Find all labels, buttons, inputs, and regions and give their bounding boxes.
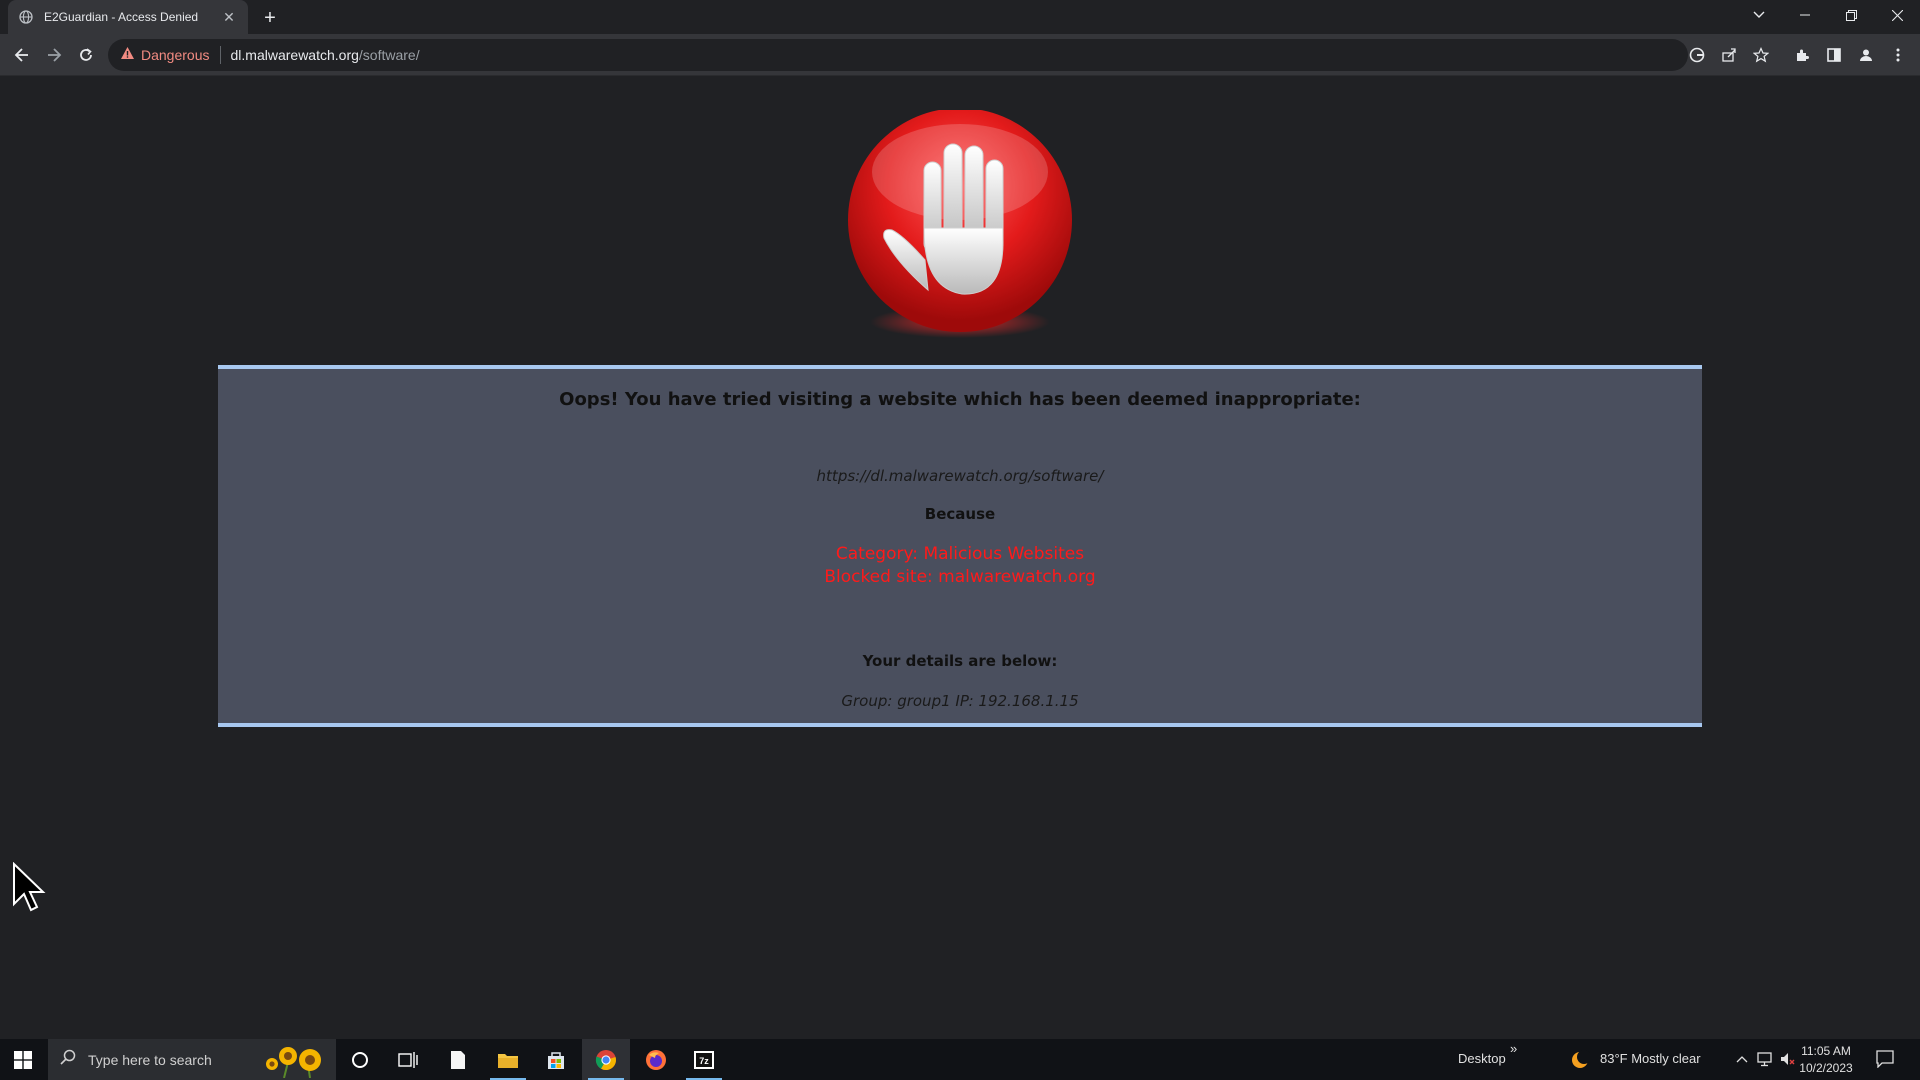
tab-strip: E2Guardian - Access Denied ✕ + <box>0 0 1920 34</box>
tray-expand-chevron-icon[interactable] <box>1736 1052 1748 1070</box>
tab-close-icon[interactable]: ✕ <box>220 8 238 26</box>
google-lens-icon[interactable] <box>1688 46 1706 64</box>
file-explorer-icon[interactable] <box>484 1039 532 1080</box>
reload-icon[interactable] <box>72 41 100 69</box>
omnibox-divider <box>219 46 221 64</box>
back-icon[interactable] <box>8 41 36 69</box>
windows-start-icon[interactable] <box>0 1039 46 1080</box>
chrome-taskbar-icon[interactable] <box>582 1039 630 1080</box>
url-host: dl.malwarewatch.org <box>230 47 359 63</box>
forward-icon[interactable] <box>40 41 68 69</box>
because-label: Because <box>924 505 996 523</box>
clock-time: 11:05 AM <box>1801 1044 1851 1058</box>
notification-center-icon[interactable] <box>1876 1050 1894 1073</box>
7zip-icon[interactable]: 7z <box>680 1039 728 1080</box>
notepad-icon[interactable] <box>434 1039 482 1080</box>
address-bar[interactable]: Dangerous dl.malwarewatch.org /software/ <box>108 39 1688 71</box>
weather-moon-icon[interactable] <box>1570 1050 1591 1075</box>
minimize-icon[interactable] <box>1782 0 1828 30</box>
block-category: Category: Malicious Websites <box>835 544 1085 564</box>
security-indicator[interactable]: Dangerous <box>120 46 210 65</box>
browser-toolbar: Dangerous dl.malwarewatch.org /software/ <box>0 34 1920 76</box>
extensions-icon[interactable] <box>1790 43 1814 67</box>
restore-icon[interactable] <box>1828 0 1874 30</box>
windows-taskbar: Type here to search 7z Desktop » 83°F Mo… <box>0 1039 1920 1080</box>
microsoft-store-icon[interactable] <box>532 1039 580 1080</box>
svg-text:7z: 7z <box>699 1056 709 1066</box>
tab-search-icon[interactable] <box>1736 0 1782 30</box>
bookmark-star-icon[interactable] <box>1752 46 1770 64</box>
side-panel-icon[interactable] <box>1822 43 1846 67</box>
denied-heading: Oops! You have tried visiting a website … <box>559 389 1361 410</box>
volume-muted-icon[interactable] <box>1780 1051 1796 1072</box>
blocked-url: https://dl.malwarewatch.org/software/ <box>816 467 1104 485</box>
access-denied-panel: Oops! You have tried visiting a website … <box>218 365 1702 727</box>
globe-icon <box>18 9 34 25</box>
share-icon[interactable] <box>1720 46 1738 64</box>
desktop-toolbar-label[interactable]: Desktop <box>1458 1051 1506 1066</box>
stop-hand-icon <box>844 108 1076 342</box>
group-ip-info: Group: group1 IP: 192.168.1.15 <box>841 692 1079 710</box>
close-window-icon[interactable] <box>1874 0 1920 30</box>
taskbar-clock[interactable]: 11:05 AM 10/2/2023 <box>1796 1043 1856 1077</box>
menu-kebab-icon[interactable] <box>1886 43 1910 67</box>
url-path: /software/ <box>358 47 420 63</box>
tab-e2guardian[interactable]: E2Guardian - Access Denied ✕ <box>8 0 248 34</box>
task-view-icon[interactable] <box>384 1039 432 1080</box>
mouse-cursor-icon <box>12 861 46 912</box>
weather-text[interactable]: 83°F Mostly clear <box>1600 1051 1701 1066</box>
clock-date: 10/2/2023 <box>1799 1061 1853 1075</box>
sunflower-search-highlight-icon <box>258 1042 330 1079</box>
details-heading: Your details are below: <box>862 652 1058 670</box>
search-icon <box>60 1049 76 1070</box>
tab-title: E2Guardian - Access Denied <box>44 10 199 24</box>
desktop-chevron-icon[interactable]: » <box>1510 1041 1517 1056</box>
new-tab-button[interactable]: + <box>258 6 282 30</box>
security-label: Dangerous <box>141 47 210 63</box>
network-icon[interactable] <box>1756 1051 1774 1072</box>
search-placeholder: Type here to search <box>88 1051 212 1068</box>
page-content: Oops! You have tried visiting a website … <box>0 77 1920 1039</box>
cortana-icon[interactable] <box>336 1039 384 1080</box>
taskbar-search-box[interactable]: Type here to search <box>48 1039 336 1080</box>
blocked-site: Blocked site: malwarewatch.org <box>824 567 1096 587</box>
warning-icon <box>120 46 135 65</box>
firefox-icon[interactable] <box>632 1039 680 1080</box>
profile-icon[interactable] <box>1854 43 1878 67</box>
